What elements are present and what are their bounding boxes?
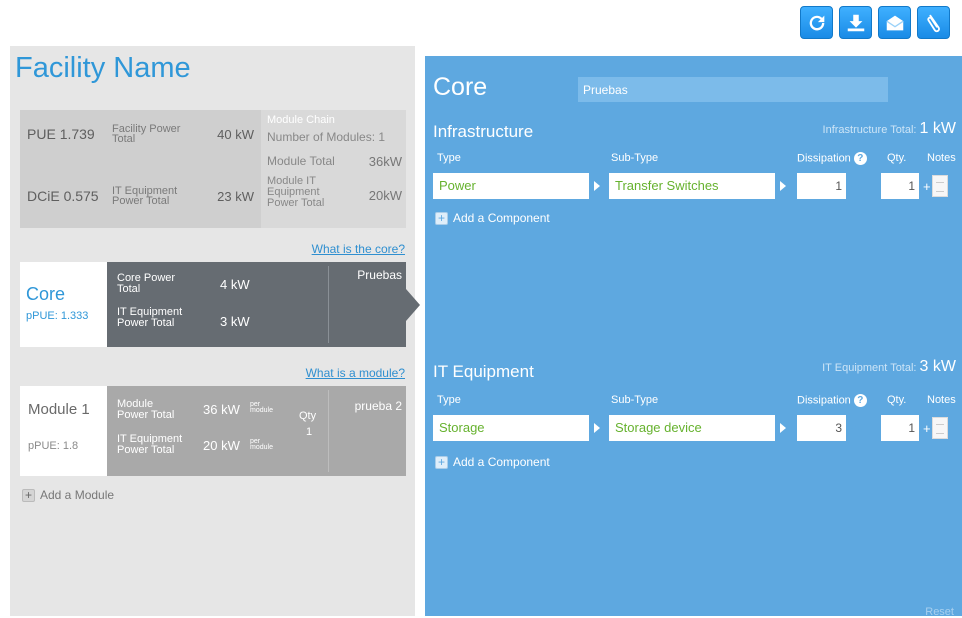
add-module-button[interactable]: + Add a Module — [22, 488, 114, 502]
module-chain-title: Module Chain — [267, 114, 335, 126]
infrastructure-title: Infrastructure — [433, 122, 534, 141]
add-module-label: Add a Module — [40, 488, 115, 502]
infrastructure-total: Infrastructure Total: 1 kW — [822, 120, 956, 137]
add-component-label: Add a Component — [453, 455, 550, 469]
notes-plus-icon[interactable]: + — [923, 421, 931, 436]
help-icon[interactable]: ? — [853, 152, 867, 165]
download-button[interactable] — [839, 6, 872, 39]
what-is-core-link[interactable]: What is the core? — [312, 242, 405, 256]
col-dissipation: Dissipation? — [797, 394, 870, 407]
link-icon — [926, 14, 940, 32]
core-power-value: 4 kW — [220, 277, 250, 292]
per-module-label: per module — [250, 438, 273, 451]
module-it-power-label: IT Equipment Power Total — [117, 433, 183, 456]
module-power-label: Module Power Total — [117, 398, 175, 421]
it-dissipation-input[interactable]: 3 — [797, 415, 846, 441]
col-dissipation: Dissipation? — [797, 152, 870, 165]
module-it-value: 20kW — [368, 188, 402, 203]
module-it-label: Module IT Equipment Power Total — [267, 175, 325, 209]
it-equipment-title: IT Equipment — [433, 362, 534, 381]
it-power-label: IT Equipment Power Total — [112, 185, 178, 207]
refresh-icon — [809, 15, 824, 30]
it-equipment-total: IT Equipment Total: 3 kW — [822, 358, 956, 375]
notes-plus-icon[interactable]: + — [923, 179, 931, 194]
help-icon[interactable]: ? — [853, 394, 867, 407]
col-qty: Qty. — [887, 394, 907, 406]
col-notes: Notes — [927, 394, 956, 406]
facility-power-value: 40 kW — [217, 126, 254, 142]
infrastructure-qty-input[interactable]: 1 — [881, 173, 919, 199]
infrastructure-dissipation-input[interactable]: 1 — [797, 173, 846, 199]
module-it-power-value: 20 kW — [203, 438, 240, 453]
core-info[interactable]: Core Power Total 4 kW IT Equipment Power T… — [107, 262, 406, 347]
download-icon — [847, 14, 864, 31]
it-power-value: 23 kW — [217, 188, 254, 204]
core-config-name: Pruebas — [357, 268, 402, 282]
module-chain-summary: Module Chain Number of Modules: 1 Module… — [261, 110, 406, 228]
add-it-component-button[interactable]: + Add a Component — [435, 455, 550, 469]
core-card-name: Core — [26, 284, 66, 304]
chevron-right-icon — [594, 181, 600, 191]
core-it-value: 3 kW — [220, 314, 250, 329]
per-module-label: per module — [250, 401, 273, 414]
module-total-label: Module Total — [267, 154, 335, 168]
module-card-name: Module 1 — [28, 401, 90, 418]
col-subtype: Sub-Type — [611, 152, 659, 164]
module-info[interactable]: Module Power Total 36 kW per module IT Equ… — [107, 386, 406, 476]
plus-icon: + — [435, 211, 448, 225]
dcie-metric: DCiE 0.575 — [27, 188, 99, 204]
core-name-input[interactable] — [578, 77, 888, 102]
module-card[interactable]: Module 1 pPUE: 1.8 — [20, 386, 107, 476]
pue-metric: PUE 1.739 — [27, 126, 95, 142]
module-power-value: 36 kW — [203, 402, 240, 417]
reset-link[interactable]: Reset — [925, 606, 954, 618]
core-editor-panel: Core Infrastructure Infrastructure Total… — [425, 56, 962, 618]
col-subtype: Sub-Type — [611, 394, 659, 406]
module-qty-label: Qty — [299, 410, 317, 422]
facility-power-label: Facility Power Total — [112, 123, 181, 145]
module-count: Number of Modules: 1 — [267, 130, 386, 144]
core-ppue: pPUE: 1.333 — [26, 310, 89, 322]
col-type: Type — [437, 152, 461, 164]
chevron-right-icon — [780, 181, 786, 191]
core-card[interactable]: Core pPUE: 1.333 — [20, 262, 107, 347]
chevron-right-icon — [780, 423, 786, 433]
divider — [328, 266, 329, 343]
what-is-module-link[interactable]: What is a module? — [306, 366, 405, 380]
selection-pointer — [406, 289, 420, 321]
it-subtype-select[interactable]: Storage device — [609, 415, 775, 441]
core-power-label: Core Power Total — [117, 272, 176, 295]
module-config-name: prueba 2 — [354, 399, 402, 413]
core-it-label: IT Equipment Power Total — [117, 306, 183, 329]
module-total-value: 36kW — [368, 154, 402, 169]
core-panel-title: Core — [433, 73, 488, 101]
top-toolbar — [800, 6, 950, 39]
col-notes: Notes — [927, 152, 956, 164]
infrastructure-type-select[interactable]: Power — [433, 173, 589, 199]
dissipation-unit: kW — [849, 422, 865, 434]
it-type-select[interactable]: Storage — [433, 415, 589, 441]
facility-summary: PUE 1.739 Facility Power Total 40 kW DCi… — [20, 110, 266, 228]
notes-icon[interactable] — [932, 417, 948, 439]
module-ppue: pPUE: 1.8 — [28, 440, 79, 452]
refresh-button[interactable] — [800, 6, 833, 39]
chevron-right-icon — [594, 423, 600, 433]
col-type: Type — [437, 394, 461, 406]
plus-icon: + — [22, 488, 35, 502]
it-qty-input[interactable]: 1 — [881, 415, 919, 441]
infrastructure-subtype-select[interactable]: Transfer Switches — [609, 173, 775, 199]
divider — [328, 390, 329, 472]
facility-panel: Facility Name PUE 1.739 Facility Power T… — [10, 46, 420, 616]
email-icon — [885, 15, 904, 30]
facility-title[interactable]: Facility Name — [15, 52, 191, 85]
add-component-label: Add a Component — [453, 211, 550, 225]
email-button[interactable] — [878, 6, 911, 39]
link-button[interactable] — [917, 6, 950, 39]
add-infrastructure-component-button[interactable]: + Add a Component — [435, 211, 550, 225]
col-qty: Qty. — [887, 152, 907, 164]
module-qty-value: 1 — [306, 426, 313, 438]
plus-icon: + — [435, 455, 448, 469]
notes-icon[interactable] — [932, 175, 948, 197]
dissipation-unit: kW — [849, 180, 865, 192]
